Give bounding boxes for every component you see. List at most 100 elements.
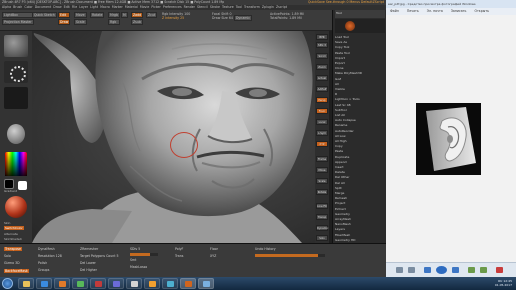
secondary-color-swatch[interactable] [18, 181, 27, 190]
menu-item[interactable]: Render [184, 5, 195, 9]
transp-bottom-button[interactable]: Trans [175, 254, 183, 258]
menu-item[interactable]: Stencil [197, 5, 208, 9]
draw-button[interactable]: Draw [58, 19, 71, 25]
menu-item[interactable]: Edit [64, 5, 70, 9]
aahalf-button[interactable]: AAHalf [316, 86, 328, 92]
rgb-button[interactable]: Rgb [108, 19, 121, 25]
menu-item[interactable]: Tool [236, 5, 242, 9]
groups-button[interactable]: Groups [38, 268, 49, 272]
menu-item[interactable]: Color [24, 5, 32, 9]
move-button[interactable]: Move [74, 12, 87, 18]
actual-button[interactable]: Actual [316, 75, 328, 81]
linefill-button[interactable]: Line Fill [316, 203, 328, 209]
switch-color-button[interactable]: SwitchColor [4, 226, 24, 230]
m-button[interactable]: M [121, 12, 128, 18]
title-right-controls[interactable]: QuickSave See-through 0 Menus DefaultZSc… [308, 0, 384, 4]
taskbar-app[interactable] [90, 278, 106, 289]
texture-thumbnail[interactable] [7, 124, 25, 144]
target-polygons-slider[interactable]: Target Polygons Count 5 [80, 254, 119, 258]
gizmo-button[interactable]: Gizmo 3D [4, 261, 20, 265]
move-view-button[interactable]: Move [316, 167, 328, 173]
taskbar-app[interactable] [126, 278, 142, 289]
alpha-thumbnail[interactable] [4, 87, 28, 109]
viewer-menu-burn[interactable]: Записать [451, 9, 467, 13]
mask-lasso-button[interactable]: MaskLasso [130, 265, 147, 269]
menu-item[interactable]: Macro [100, 5, 110, 9]
tool-palette-header[interactable]: Tool [335, 10, 385, 18]
persp-button[interactable]: Persp [316, 97, 328, 103]
scale-button[interactable]: Scale [74, 19, 87, 25]
menu-item[interactable]: Material [125, 5, 138, 9]
solo-bottom-button[interactable]: Solo [4, 254, 11, 258]
alternate-button[interactable]: Alternate [4, 232, 18, 236]
previous-icon[interactable] [424, 267, 431, 273]
menu-item[interactable]: Zplugin [262, 5, 274, 9]
dynamesh-button[interactable]: DynaMesh [38, 247, 55, 251]
next-icon[interactable] [452, 267, 459, 273]
lsym-button[interactable]: L.Sym [316, 130, 328, 136]
zadd-button[interactable]: Zadd [131, 12, 144, 18]
color-picker[interactable] [5, 152, 27, 176]
xyz-bottom-button[interactable]: XYZ [210, 254, 216, 258]
menu-item[interactable]: Texture [222, 5, 234, 9]
floor-button[interactable]: Floor [316, 108, 328, 114]
stroke-thumbnail[interactable] [4, 61, 28, 83]
zremesher-button[interactable]: ZRemesher [80, 247, 98, 251]
projection-master-button[interactable]: Projection Master [2, 19, 34, 25]
menu-item[interactable]: Picker [151, 5, 161, 9]
menu-item[interactable]: Alpha [2, 5, 11, 9]
taskbar-zbrush[interactable] [180, 278, 196, 289]
del-lower-button[interactable]: Del Lower [80, 261, 96, 265]
poly-frame-button[interactable]: PolyF [175, 247, 183, 251]
system-tray[interactable]: RU 12:45 01.05.2017 [495, 279, 512, 287]
gradient-label[interactable]: Gradient [4, 189, 17, 193]
spix-button[interactable]: SPix 3 [316, 42, 328, 48]
taskbar-media[interactable] [54, 278, 70, 289]
sdiv-slider[interactable]: SDiv 5 [130, 247, 140, 251]
rotate-button[interactable]: Rotate [90, 12, 105, 18]
zoom-button[interactable]: Zoom [316, 64, 328, 70]
menu-item[interactable]: Transform [244, 5, 260, 9]
smt-button[interactable]: Smt [130, 258, 136, 262]
menu-item[interactable]: Marker [112, 5, 123, 9]
zoom-icon[interactable] [396, 267, 403, 273]
taskbar-app[interactable] [72, 278, 88, 289]
sdiv-slider-track[interactable] [130, 253, 158, 256]
z-intensity-slider[interactable]: Z Intensity 25 [162, 16, 184, 20]
taskbar-browser[interactable] [36, 278, 52, 289]
delete-icon[interactable] [496, 267, 503, 273]
brush-thumbnail[interactable] [4, 35, 28, 57]
taskbar-app[interactable] [144, 278, 160, 289]
polish-button[interactable]: Polish [38, 261, 47, 265]
taskbar-app[interactable] [162, 278, 178, 289]
viewer-menu-file[interactable]: Файл [390, 9, 399, 13]
menu-item[interactable]: Stroke [210, 5, 220, 9]
menu-item[interactable]: Movie [140, 5, 149, 9]
undo-history-bar[interactable] [255, 254, 325, 257]
viewer-menu-open[interactable]: Открыть [474, 9, 489, 13]
menu-item[interactable]: Zscript [276, 5, 287, 9]
scroll-button[interactable]: Scroll [316, 53, 328, 59]
taskbar-explorer[interactable] [18, 278, 34, 289]
menu-item[interactable]: Document [35, 5, 52, 9]
taskbar-app[interactable] [108, 278, 124, 289]
actual-size-icon[interactable] [408, 267, 415, 273]
zsub-button[interactable]: Zsub [131, 19, 144, 25]
local-button[interactable]: Local [316, 119, 328, 125]
dynamic-button[interactable]: Dynamic [233, 15, 253, 21]
dynamic-view-button[interactable]: Dynamic [316, 225, 328, 231]
solo-button[interactable]: Solo [316, 235, 328, 241]
viewer-menu-print[interactable]: Печать [407, 9, 419, 13]
bpr-button[interactable]: BPR [316, 34, 328, 40]
taskbar-photo-viewer[interactable] [198, 278, 214, 289]
menu-item[interactable]: Light [90, 5, 98, 9]
backface-mask-button[interactable]: BackfaceMask [4, 269, 29, 273]
zcut-button[interactable]: Zcut [146, 12, 158, 18]
slideshow-icon[interactable] [436, 266, 447, 274]
mrgb-button[interactable]: Mrgb [108, 12, 121, 18]
rotate-view-button[interactable]: Rotate [316, 189, 328, 195]
canvas-viewport[interactable] [32, 31, 315, 243]
scale-view-button[interactable]: Scale [316, 178, 328, 184]
material-thumbnail[interactable] [5, 196, 27, 218]
transpose-button[interactable]: Transpose [4, 247, 23, 251]
